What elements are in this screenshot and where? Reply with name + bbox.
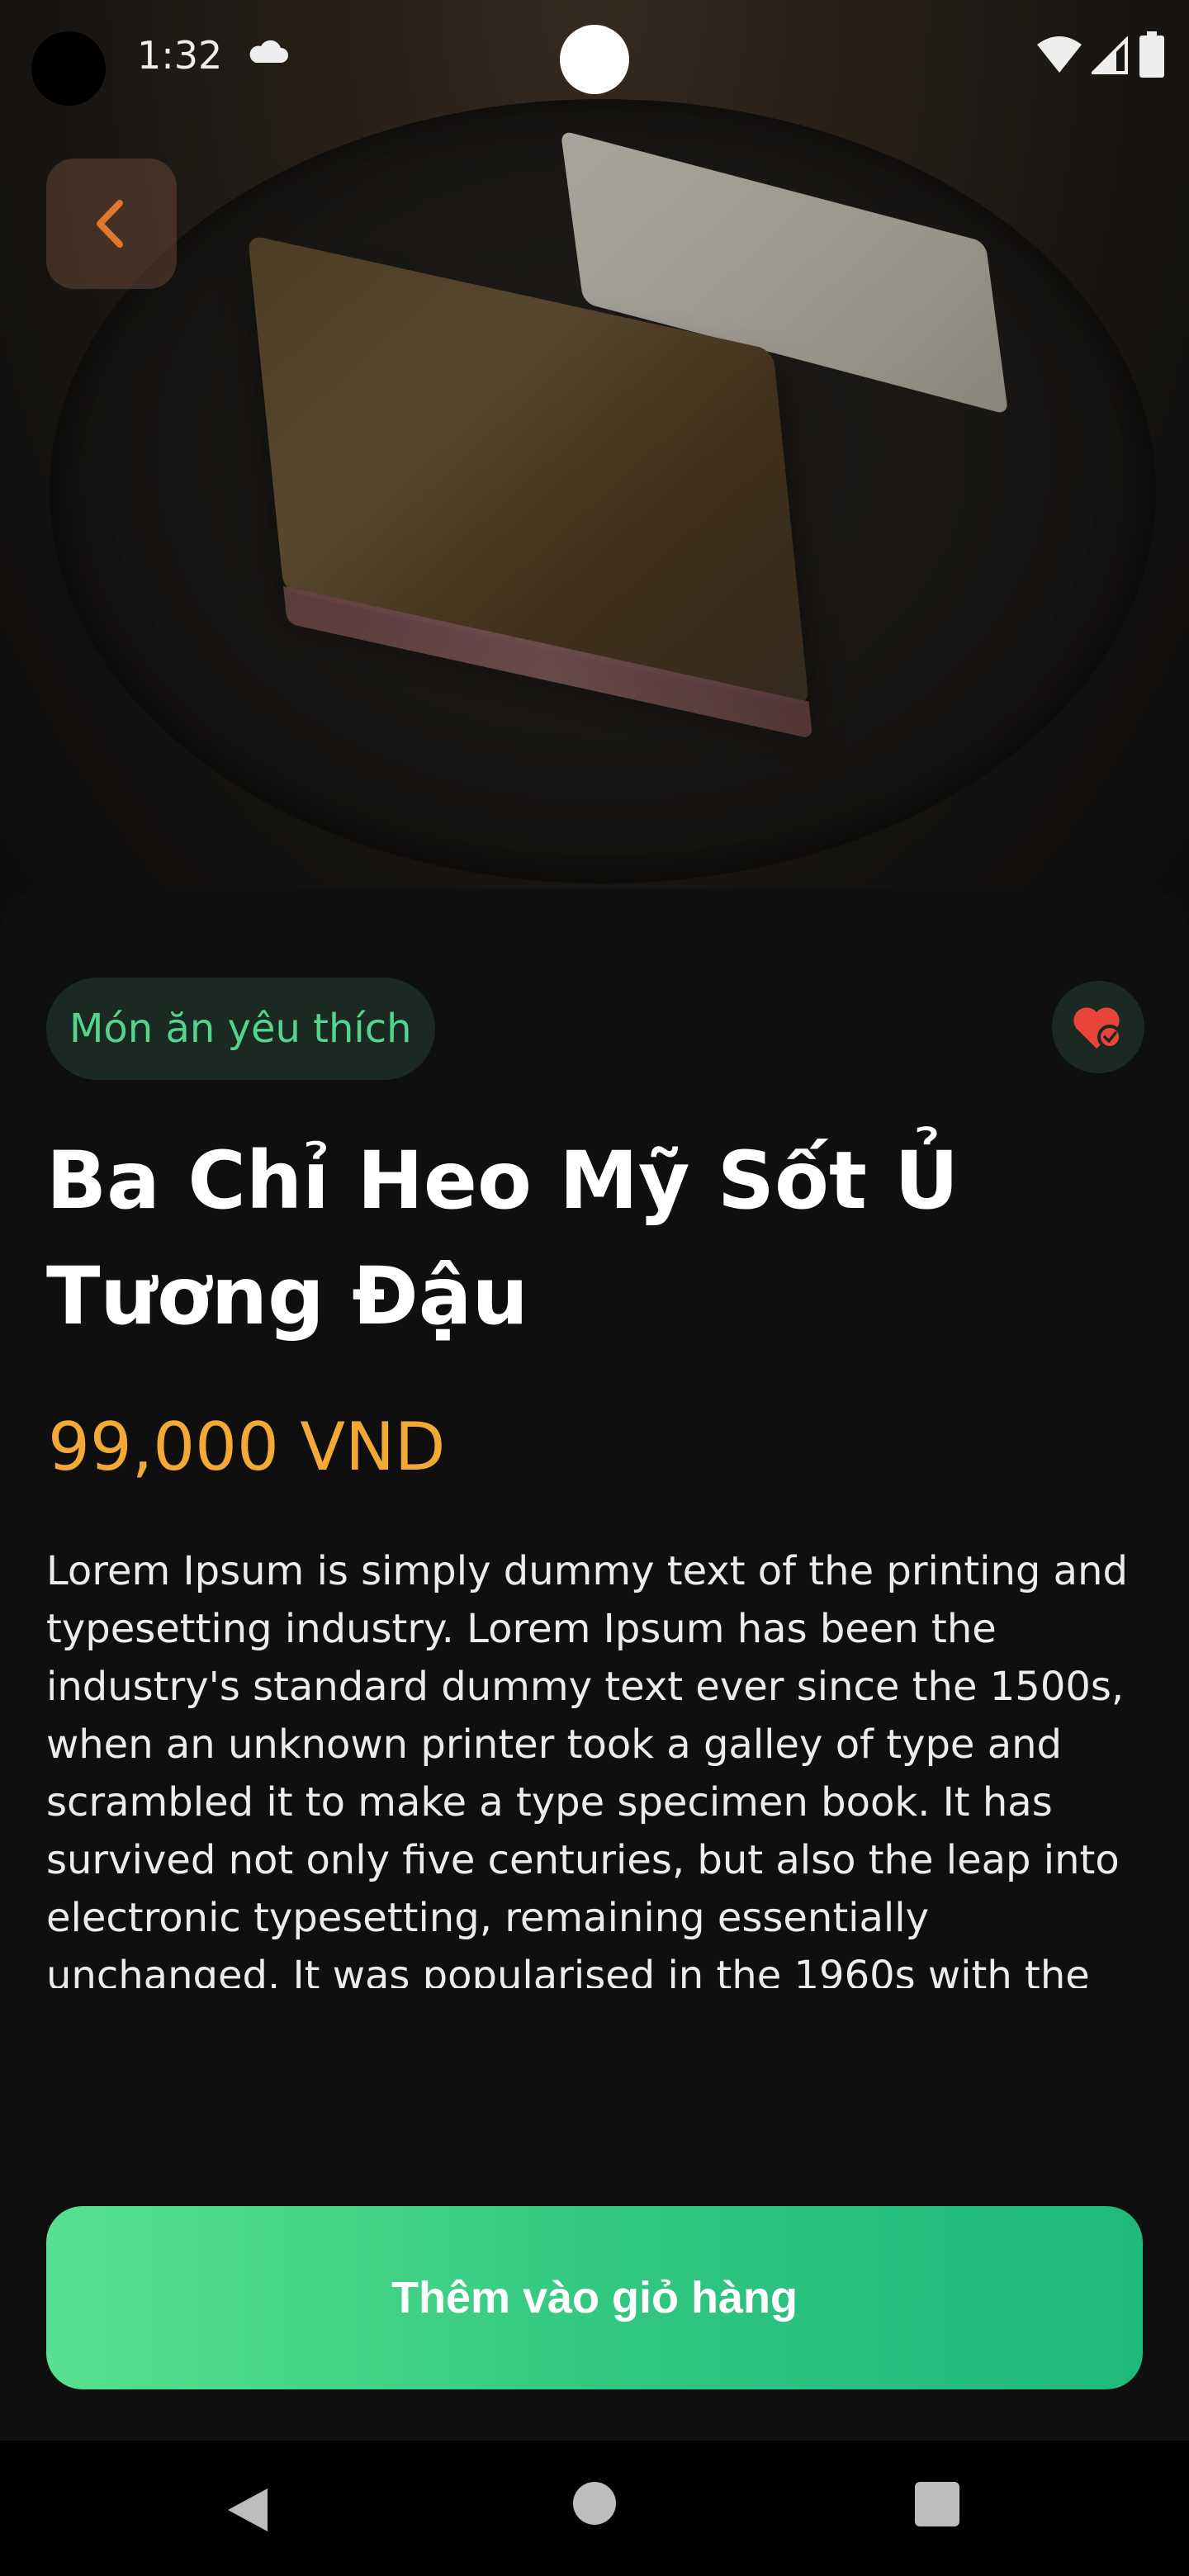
nav-recents-button[interactable] xyxy=(915,2482,959,2526)
product-description: Lorem Ipsum is simply dummy text of the … xyxy=(46,1548,1128,1988)
add-to-cart-button[interactable]: Thêm vào giỏ hàng xyxy=(46,2206,1143,2389)
back-button[interactable] xyxy=(46,159,177,289)
product-price: 99,000 VND xyxy=(48,1409,446,1485)
camera-cutout xyxy=(31,31,106,106)
signal-icon xyxy=(1092,36,1128,74)
category-tag-label: Món ăn yêu thích xyxy=(69,1006,412,1052)
wifi-icon xyxy=(1037,36,1082,73)
front-camera xyxy=(560,25,629,94)
nav-home-button[interactable] xyxy=(573,2482,616,2525)
cloud-icon xyxy=(249,40,288,63)
product-image xyxy=(0,0,1189,925)
battery-icon xyxy=(1139,31,1164,78)
chevron-left-icon xyxy=(97,200,123,248)
category-tag: Món ăn yêu thích xyxy=(46,978,435,1080)
status-bar: 1:32 xyxy=(0,0,1189,116)
description-scroll[interactable]: Lorem Ipsum is simply dummy text of the … xyxy=(46,1542,1153,1988)
product-title: Ba Chỉ Heo Mỹ Sốt Ủ Tương Đậu xyxy=(46,1134,959,1342)
favorite-button[interactable] xyxy=(1052,981,1144,1073)
status-time: 1:32 xyxy=(137,33,223,78)
nav-back-icon[interactable] xyxy=(223,2485,272,2535)
heart-check-icon xyxy=(1073,1007,1122,1049)
